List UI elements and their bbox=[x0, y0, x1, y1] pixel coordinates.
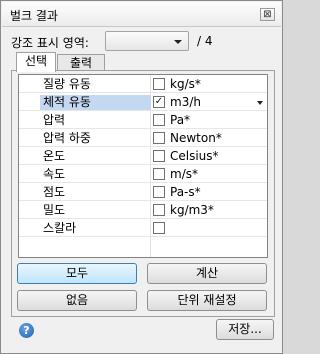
quantity-name: 점도 bbox=[43, 185, 66, 199]
unit-label[interactable]: m3/h bbox=[170, 95, 201, 110]
help-icon[interactable]: ? bbox=[19, 323, 34, 338]
bulk-results-dialog: 벌크 결과 ⊠ 강조 표시 영역: / 4 선택 출력 질량 유동 kg/s* 체적… bbox=[0, 0, 283, 354]
reset-units-button[interactable]: 단위 재설정 bbox=[147, 290, 267, 311]
quantity-name: 압력 bbox=[43, 113, 66, 127]
unit-label: Celsius* bbox=[170, 149, 219, 163]
save-button[interactable]: 저장... bbox=[216, 319, 274, 340]
quantity-name: 밀도 bbox=[43, 203, 66, 217]
list-item[interactable]: 온도 Celsius* bbox=[19, 148, 267, 165]
quantity-name: 속도 bbox=[43, 167, 66, 181]
quantity-name: 체적 유동 bbox=[40, 95, 151, 110]
tab-output[interactable]: 출력 bbox=[57, 54, 105, 71]
quantity-checkbox[interactable] bbox=[153, 150, 165, 162]
selection-panel: 질량 유동 kg/s* 체적 유동 ✓ m3/h 압력 Pa* 압력 하중 Newton* 온도 C… bbox=[11, 70, 275, 317]
list-item[interactable]: 압력 하중 Newton* bbox=[19, 130, 267, 147]
unit-label: kg/m3* bbox=[170, 203, 214, 217]
list-item[interactable]: 밀도 kg/m3* bbox=[19, 202, 267, 219]
close-icon[interactable]: ⊠ bbox=[260, 8, 275, 21]
quantity-name: 스칼라 bbox=[43, 221, 77, 235]
highlight-region-label: 강조 표시 영역: bbox=[11, 36, 89, 50]
list-item[interactable]: 질량 유동 kg/s* bbox=[19, 76, 267, 93]
quantity-name: 압력 하중 bbox=[43, 131, 91, 145]
calculate-button[interactable]: 계산 bbox=[147, 263, 267, 284]
unit-label: kg/s* bbox=[170, 77, 201, 91]
highlight-region-row: 강조 표시 영역: / 4 bbox=[11, 31, 281, 53]
unit-label: Newton* bbox=[170, 131, 222, 145]
highlight-region-total: / 4 bbox=[197, 34, 213, 48]
unit-label: Pa-s* bbox=[170, 185, 201, 199]
quantity-name: 온도 bbox=[43, 149, 66, 163]
unit-dropdown-icon[interactable] bbox=[257, 101, 263, 105]
quantity-checkbox[interactable] bbox=[153, 168, 165, 180]
quantity-checkbox[interactable] bbox=[153, 78, 165, 90]
quantity-name: 질량 유동 bbox=[43, 77, 91, 91]
select-all-button[interactable]: 모두 bbox=[17, 263, 137, 284]
unit-label: m/s* bbox=[170, 167, 198, 181]
title-bar: 벌크 결과 ⊠ bbox=[2, 2, 281, 27]
list-item[interactable]: 체적 유동 ✓ m3/h bbox=[19, 94, 267, 111]
chevron-down-icon bbox=[174, 40, 182, 44]
quantity-checkbox[interactable]: ✓ bbox=[153, 96, 165, 108]
quantity-checkbox[interactable] bbox=[153, 186, 165, 198]
tab-selection[interactable]: 선택 bbox=[16, 52, 56, 72]
quantity-checkbox[interactable] bbox=[153, 222, 165, 234]
quantity-checkbox[interactable] bbox=[153, 132, 165, 144]
list-item[interactable]: 속도 m/s* bbox=[19, 166, 267, 183]
unit-label: Pa* bbox=[170, 113, 191, 127]
list-item[interactable]: 점도 Pa-s* bbox=[19, 184, 267, 201]
highlight-region-select[interactable] bbox=[105, 31, 189, 51]
window-title: 벌크 결과 bbox=[10, 9, 58, 23]
quantity-list[interactable]: 질량 유동 kg/s* 체적 유동 ✓ m3/h 압력 Pa* 압력 하중 Newton* 온도 C… bbox=[18, 74, 268, 258]
select-none-button[interactable]: 없음 bbox=[17, 290, 137, 311]
list-item[interactable]: 스칼라 bbox=[19, 220, 267, 237]
quantity-checkbox[interactable] bbox=[153, 114, 165, 126]
quantity-checkbox[interactable] bbox=[153, 204, 165, 216]
list-item[interactable]: 압력 Pa* bbox=[19, 112, 267, 129]
